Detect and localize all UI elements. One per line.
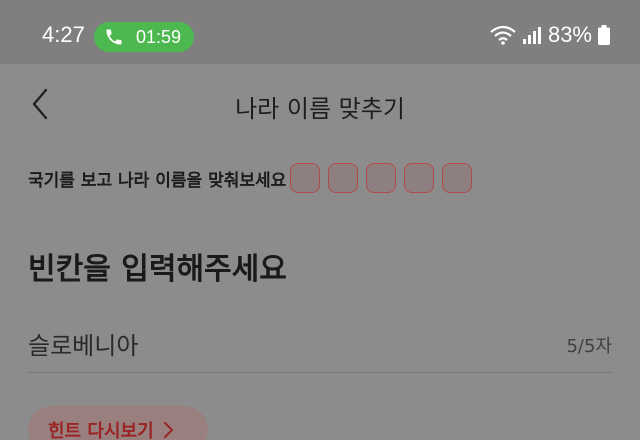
answer-value[interactable]: 슬로베니아 — [28, 326, 138, 361]
signal-icon — [522, 27, 541, 44]
chevron-right-icon — [163, 422, 173, 438]
status-bar: 4:27 01:59 83% — [0, 0, 640, 64]
char-counter: 5/5자 — [566, 336, 612, 357]
progress-slot — [442, 163, 473, 193]
app-header: 나라 이름 맞추기 — [0, 64, 640, 144]
progress-slots — [290, 163, 473, 193]
progress-slot — [328, 163, 359, 193]
ongoing-call-pill[interactable]: 01:59 — [94, 22, 194, 52]
answer-input[interactable]: 슬로베니아 5/5자 — [28, 322, 612, 373]
battery-percentage: 83% — [547, 22, 592, 47]
prompt-heading: 빈칸을 입력해주세요 — [28, 252, 287, 287]
quiz-screen: 4:27 01:59 83% 나라 이름 맞추기 국기를 보고 나라 이름을 맞… — [0, 0, 640, 440]
page-title: 나라 이름 맞추기 — [235, 95, 405, 123]
instruction-text: 국기를 보고 나라 이름을 맞춰보세요 — [28, 170, 287, 191]
wifi-icon — [490, 25, 516, 45]
progress-slot — [404, 163, 435, 193]
phone-icon — [106, 29, 122, 45]
progress-slot — [366, 163, 397, 193]
instruction-row: 국기를 보고 나라 이름을 맞춰보세요 — [28, 163, 473, 193]
call-timer: 01:59 — [136, 26, 182, 47]
status-time: 4:27 — [42, 22, 85, 47]
hint-replay-button[interactable]: 힌트 다시보기 — [28, 406, 208, 440]
hint-label: 힌트 다시보기 — [48, 421, 154, 440]
battery-icon — [598, 25, 610, 45]
progress-slot — [290, 163, 321, 193]
status-indicators: 83% — [490, 22, 610, 48]
